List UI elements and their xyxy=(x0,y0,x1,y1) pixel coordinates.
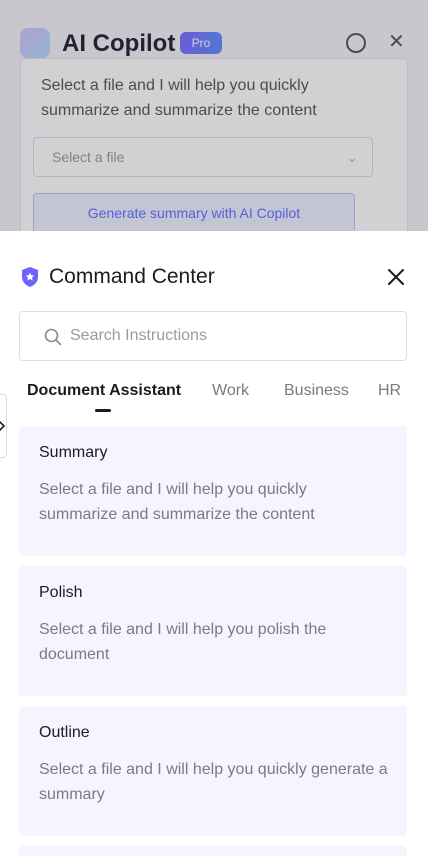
card-description: Select a file and I will help you polish… xyxy=(39,621,327,663)
instruction-card-outline[interactable]: Outline Select a file and I will help yo… xyxy=(19,706,407,836)
card-description: Select a file and I will help you quickl… xyxy=(39,761,388,803)
close-icon xyxy=(388,269,404,285)
card-title: Polish xyxy=(39,584,83,601)
search-input[interactable] xyxy=(70,312,390,360)
card-title: Outline xyxy=(39,724,90,741)
instruction-card-summary[interactable]: Summary Select a file and I will help yo… xyxy=(19,426,407,556)
tab-document-assistant[interactable]: Document Assistant xyxy=(27,382,181,400)
search-box xyxy=(19,311,407,361)
card-description: Select a file and I will help you quickl… xyxy=(39,481,315,523)
search-icon xyxy=(44,328,62,346)
tab-business[interactable]: Business xyxy=(284,382,349,400)
chevron-right-icon xyxy=(0,420,6,432)
category-tabs: Document Assistant Work Business HR xyxy=(19,378,419,414)
command-center-drawer: Command Center Document Assistant Work B… xyxy=(0,231,428,856)
drawer-title: Command Center xyxy=(49,265,215,288)
tab-hr[interactable]: HR xyxy=(378,382,401,400)
expand-handle[interactable] xyxy=(0,394,7,458)
instruction-card-polish[interactable]: Polish Select a file and I will help you… xyxy=(19,566,407,696)
shield-icon xyxy=(22,267,38,287)
close-button[interactable] xyxy=(384,265,408,289)
tab-work[interactable]: Work xyxy=(212,382,249,400)
drawer-header: Command Center xyxy=(20,265,408,289)
instruction-card-partial[interactable] xyxy=(19,846,407,856)
active-tab-indicator xyxy=(95,409,111,412)
card-title: Summary xyxy=(39,444,108,461)
